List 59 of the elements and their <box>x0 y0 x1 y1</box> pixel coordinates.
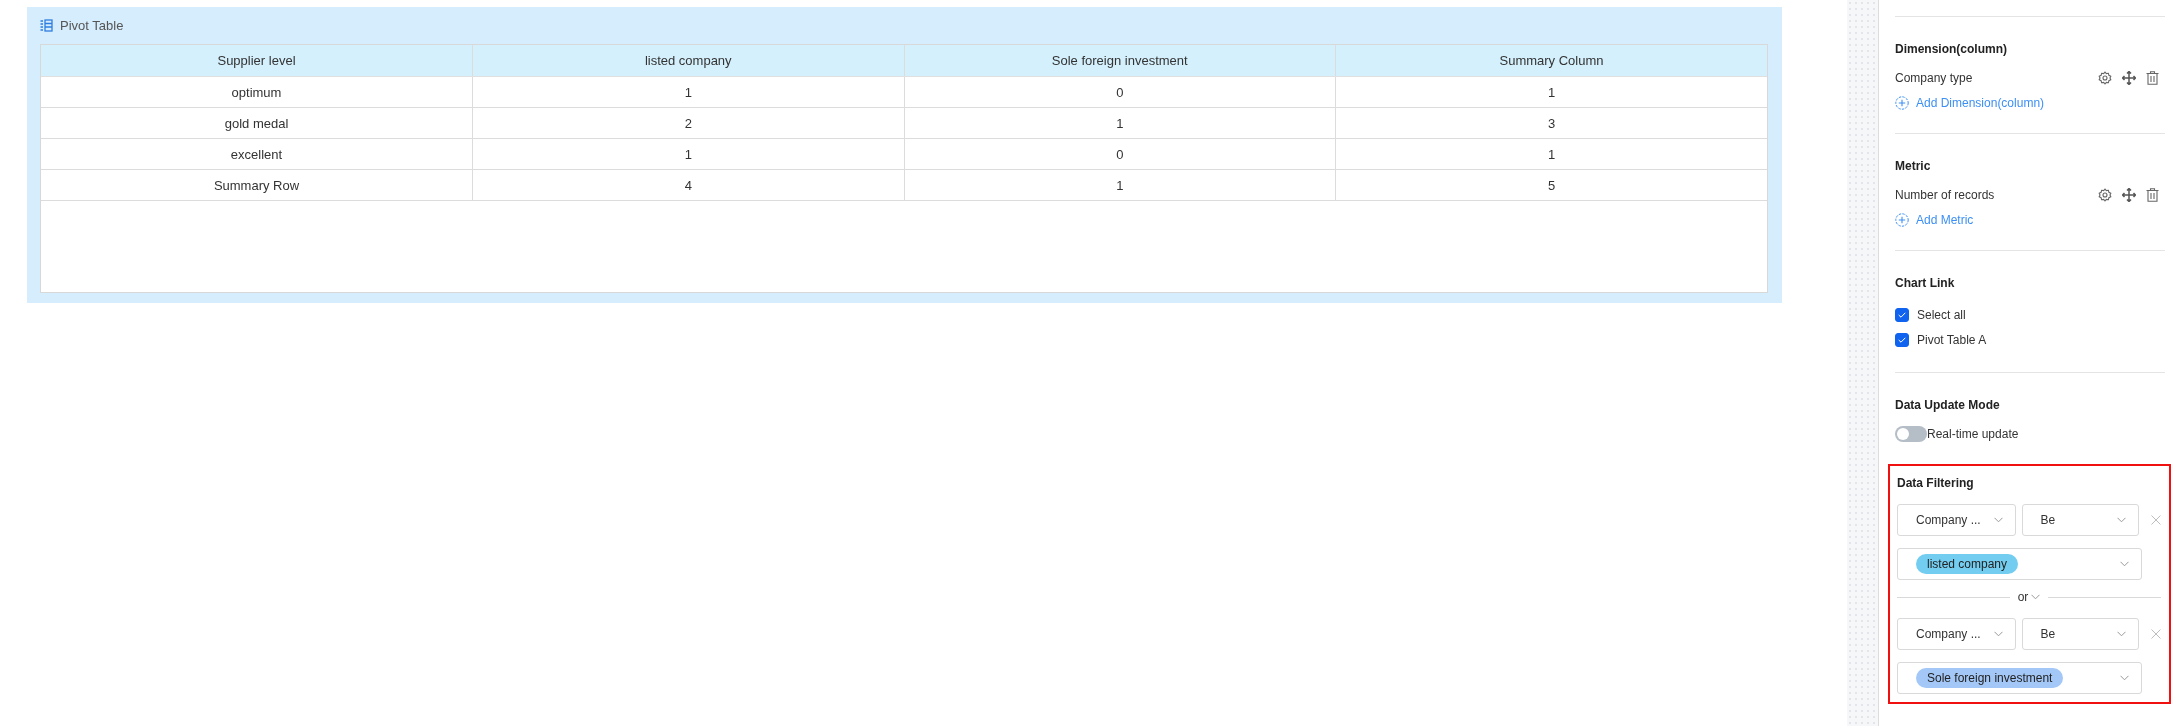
value-select[interactable]: Sole foreign investment <box>1897 662 2142 694</box>
table-cell: 0 <box>904 76 1336 108</box>
toggle-switch[interactable] <box>1895 426 1927 442</box>
section-heading: Dimension(column) <box>1895 42 2008 56</box>
table-cell: 1 <box>1335 138 1767 170</box>
table-cell: 1 <box>904 107 1336 139</box>
table-cell: 3 <box>1335 107 1767 139</box>
table-cell: 2 <box>472 107 904 139</box>
section-heading: Data Filtering <box>1897 476 1975 490</box>
table-icon <box>40 19 53 32</box>
column-header: Sole foreign investment <box>904 45 1336 77</box>
chevron-down-icon <box>2117 631 2127 637</box>
checkbox[interactable] <box>1895 332 1909 347</box>
column-header: Supplier level <box>41 45 473 77</box>
chevron-down-icon <box>1993 517 2003 523</box>
field-select[interactable]: Company ... <box>1897 504 2016 536</box>
move-icon[interactable] <box>2122 188 2136 202</box>
card-title: Pivot Table <box>60 18 124 33</box>
table-cell: 1 <box>904 169 1336 201</box>
settings-icon[interactable] <box>2098 188 2112 202</box>
table-cell: excellent <box>41 138 473 170</box>
table-cell: 4 <box>472 169 904 201</box>
delete-icon[interactable] <box>2146 71 2159 85</box>
table-cell: optimum <box>41 76 473 108</box>
value-tag: Sole foreign investment <box>1916 668 2064 688</box>
checkbox-label: Select all <box>1917 307 1966 322</box>
table-cell: Summary Row <box>41 169 473 201</box>
field-label: Number of records <box>1895 188 1995 202</box>
table-cell: gold medal <box>41 107 473 139</box>
column-header: Summary Column <box>1335 45 1767 77</box>
value-tag: listed company <box>1916 554 2019 574</box>
table-cell: 1 <box>1335 76 1767 108</box>
settings-icon[interactable] <box>2098 71 2112 85</box>
table-cell: 5 <box>1335 169 1767 201</box>
value-select[interactable]: listed company <box>1897 548 2142 580</box>
chevron-down-icon <box>2117 517 2127 523</box>
joiner-dropdown[interactable]: or <box>2017 590 2041 604</box>
section-heading: Chart Link <box>1895 276 1956 290</box>
delete-icon[interactable] <box>2146 188 2159 202</box>
move-icon[interactable] <box>2122 71 2136 85</box>
operator-select[interactable]: Be <box>2021 618 2140 650</box>
section-heading: Data Update Mode <box>1895 398 2001 412</box>
table-cell: 1 <box>472 138 904 170</box>
section-heading: Metric <box>1895 159 1932 173</box>
check-icon <box>1898 311 1906 318</box>
check-icon <box>1898 336 1906 343</box>
toggle-label: Real-time update <box>1927 427 2019 441</box>
field-label: Company type <box>1895 71 1973 85</box>
table-cell: 0 <box>904 138 1336 170</box>
checkbox[interactable] <box>1895 307 1909 322</box>
operator-select[interactable]: Be <box>2021 504 2140 536</box>
chevron-down-icon <box>2120 675 2129 681</box>
chevron-down-icon <box>1993 631 2003 637</box>
column-header: listed company <box>472 45 904 77</box>
chevron-down-icon <box>2120 561 2129 567</box>
table-cell: 1 <box>472 76 904 108</box>
checkbox-label: Pivot Table A <box>1917 332 1987 347</box>
chevron-down-icon <box>2031 594 2041 600</box>
field-select[interactable]: Company ... <box>1897 618 2016 650</box>
